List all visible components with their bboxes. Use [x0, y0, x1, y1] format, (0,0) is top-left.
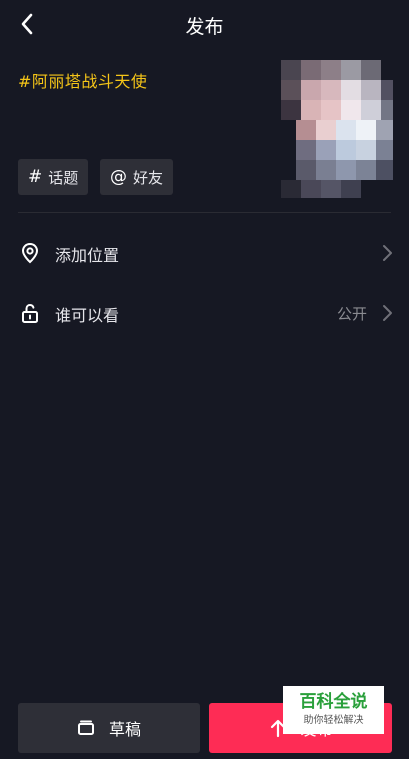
draft-label: 草稿 [108, 720, 141, 739]
topic-label: 话题 [48, 168, 79, 187]
unlock-icon [22, 303, 38, 323]
watermark-title: 百科全说 [299, 692, 368, 712]
add-location-label: 添加位置 [55, 246, 120, 265]
top-bar: 发布 [0, 0, 409, 50]
at-sign-icon: @ [110, 167, 127, 187]
chevron-right-icon [383, 245, 392, 261]
add-location-row[interactable]: 添加位置 [0, 224, 409, 282]
visibility-label: 谁可以看 [55, 306, 120, 325]
watermark-logo: 百科全说 助你轻松解决 [283, 686, 384, 734]
hashtag-icon: # [28, 167, 43, 187]
topic-button[interactable]: # 话题 [18, 159, 89, 195]
divider [18, 212, 391, 213]
draft-box-icon [77, 720, 94, 735]
watermark-subtitle: 助你轻松解决 [303, 715, 364, 726]
chevron-right-icon [383, 305, 392, 321]
mention-friends-button[interactable]: @ 好友 [100, 159, 174, 195]
location-pin-icon [21, 242, 39, 264]
visibility-row[interactable]: 谁可以看 公开 [0, 284, 409, 342]
cover-image [281, 60, 393, 198]
publish-screen: 发布 #阿丽塔战斗天使 # 话题 @ 好友 添加位置 谁可以看 公开 草稿 百科… [0, 0, 409, 759]
cover-thumbnail[interactable] [281, 60, 393, 198]
save-draft-button[interactable]: 草稿 [18, 703, 200, 753]
visibility-value: 公开 [336, 305, 367, 323]
friends-label: 好友 [133, 168, 164, 187]
page-title: 发布 [185, 16, 224, 38]
caption-text[interactable]: #阿丽塔战斗天使 [18, 68, 268, 92]
